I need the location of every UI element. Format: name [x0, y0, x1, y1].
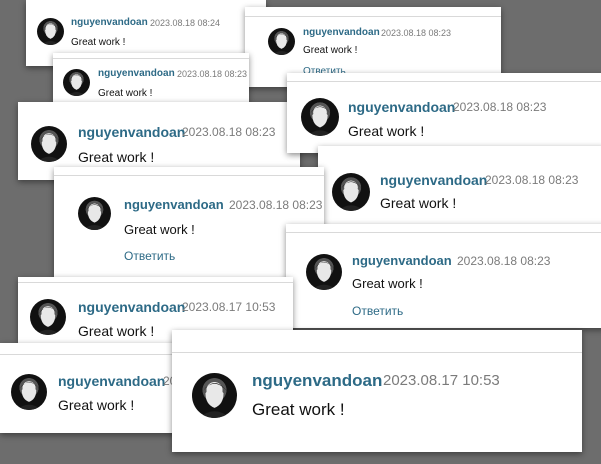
- comment-author[interactable]: nguyenvandoan: [252, 371, 382, 391]
- comment-text: Great work !: [348, 123, 425, 139]
- comment-author[interactable]: nguyenvandoan: [380, 172, 487, 188]
- avatar: [301, 98, 339, 136]
- avatar: [306, 254, 342, 290]
- comment-card: nguyenvandoan 2023.08.18 08:23 Great wor…: [54, 167, 324, 277]
- comment-text: Great work !: [71, 37, 126, 48]
- avatar: [192, 373, 237, 418]
- comment-text: Great work !: [252, 400, 345, 419]
- comment-author[interactable]: nguyenvandoan: [124, 197, 224, 212]
- comment-card: nguyenvandoan 2023.08.17 10:53 Great wor…: [172, 330, 582, 452]
- comment-author[interactable]: nguyenvandoan: [348, 99, 455, 115]
- divider: [0, 354, 200, 355]
- comment-text: Great work !: [98, 88, 153, 99]
- comment-date: 2023.08.18 08:23: [182, 125, 276, 139]
- comment-card: nguyenvandoan 2023.08.18 08:23 Great wor…: [318, 146, 601, 224]
- divider: [54, 175, 324, 176]
- avatar: [268, 28, 295, 55]
- comment-author[interactable]: nguyenvandoan: [78, 124, 185, 140]
- avatar: [37, 18, 64, 45]
- comment-author[interactable]: nguyenvandoan: [58, 373, 165, 389]
- comment-text: Great work !: [78, 323, 155, 339]
- divider: [245, 16, 501, 17]
- comment-date: 2023.08.18 08:23: [457, 254, 551, 268]
- reply-link[interactable]: Ответить: [352, 304, 403, 318]
- comment-date: 2023.08.18 08:23: [453, 100, 547, 114]
- avatar: [30, 299, 66, 335]
- avatar: [31, 126, 67, 162]
- comment-date: 2023.08.18 08:23: [485, 173, 579, 187]
- divider: [18, 282, 293, 283]
- comment-card: nguyenvandoan 2023.08.18 08:23 Great wor…: [286, 224, 601, 328]
- divider: [172, 352, 582, 353]
- comment-date: 2023.08.18 08:23: [229, 198, 323, 212]
- comment-date: 2023.08.18 08:23: [381, 28, 452, 38]
- comment-text: Great work !: [78, 149, 155, 165]
- divider: [286, 232, 601, 233]
- avatar: [63, 69, 90, 96]
- avatar: [332, 173, 370, 211]
- comment-text: Great work !: [380, 195, 457, 211]
- avatar: [11, 374, 47, 410]
- comment-card: nguyenvandoan 2023.08.18 08:23 Great wor…: [287, 73, 601, 153]
- comment-text: Great work !: [124, 222, 195, 237]
- comment-date: 2023.08.17 10:53: [182, 300, 276, 314]
- comment-author[interactable]: nguyenvandoan: [78, 299, 185, 315]
- comment-card: nguyenvandoan 2023.08.18 08:23 Great wor…: [53, 53, 249, 103]
- comment-date: 2023.08.17 10:53: [383, 372, 500, 389]
- comment-text: Great work !: [303, 45, 358, 56]
- comment-author[interactable]: nguyenvandoan: [352, 253, 452, 268]
- divider: [53, 58, 249, 59]
- reply-link[interactable]: Ответить: [124, 249, 175, 263]
- comment-author[interactable]: nguyenvandoan: [71, 17, 148, 28]
- divider: [287, 81, 601, 82]
- comment-date: 2023.08.18 08:24: [150, 18, 221, 28]
- comment-date: 2023.08.18 08:23: [177, 69, 248, 79]
- comment-author[interactable]: nguyenvandoan: [303, 27, 380, 38]
- comment-card: nguyenvandoan 2023.08.17 10:53 Great wor…: [0, 343, 200, 433]
- comment-text: Great work !: [58, 397, 135, 413]
- avatar: [78, 197, 111, 230]
- comment-text: Great work !: [352, 276, 423, 291]
- comment-author[interactable]: nguyenvandoan: [98, 68, 175, 79]
